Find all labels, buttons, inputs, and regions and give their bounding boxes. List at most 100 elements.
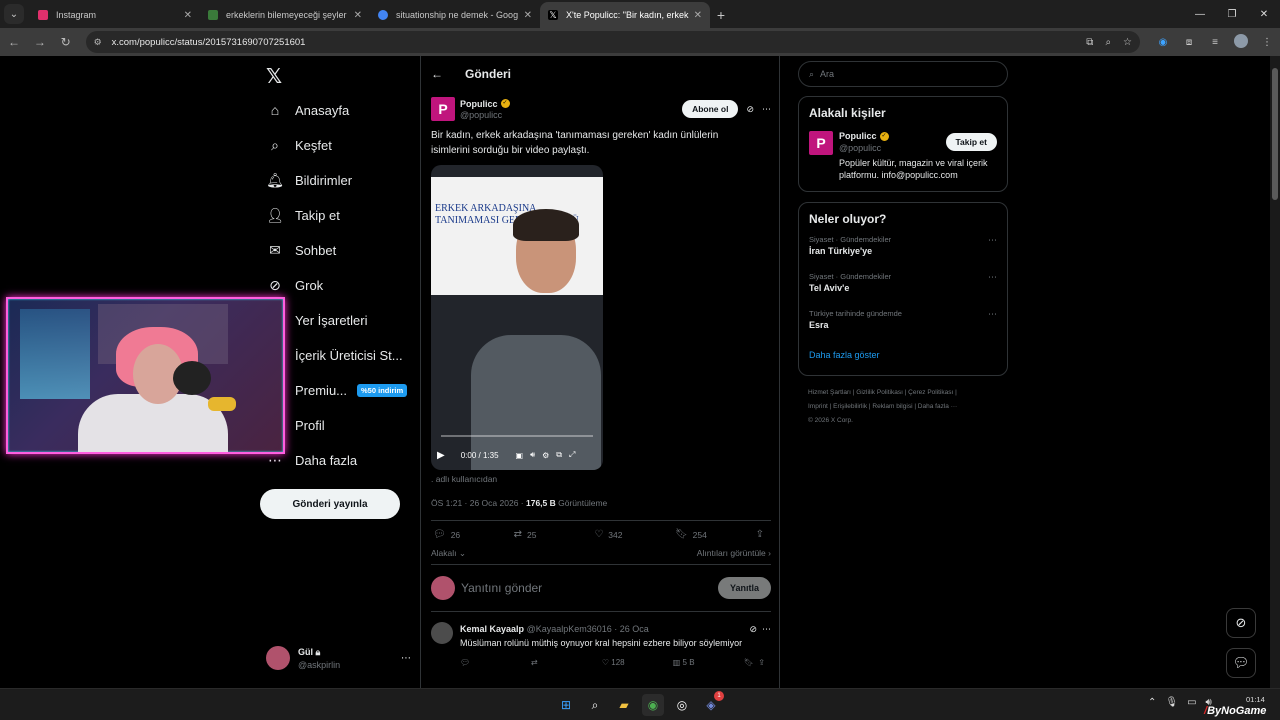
discord-icon[interactable]: ◈ 1	[700, 691, 724, 716]
x-logo-icon[interactable]: 𝕏	[266, 64, 282, 89]
share-button[interactable]: ⇪	[756, 529, 769, 540]
subscribe-button[interactable]: Abone ol	[682, 100, 739, 118]
menu-icon[interactable]: ⋮	[1254, 37, 1280, 48]
browser-tab-x[interactable]: 𝕏 X'te Populicc: "Bir kadın, erkek a ✕	[540, 2, 710, 28]
reply-button[interactable]: 💬︎ 26	[433, 529, 514, 540]
author-avatar[interactable]: P	[431, 97, 455, 121]
trend-item[interactable]: Siyaset · Gündemdekiler İran Türkiye'ye …	[799, 235, 1007, 272]
like-button[interactable]: ♡ 128	[602, 658, 673, 667]
captions-icon[interactable]: ▣	[516, 451, 524, 460]
back-button[interactable]: ←	[2, 30, 26, 54]
file-explorer-icon[interactable]: ▰	[613, 694, 635, 716]
avatar[interactable]	[431, 622, 453, 644]
nav-item-explore[interactable]: ⌕ Keşfet	[266, 133, 332, 157]
close-window-icon[interactable]: ✕	[1248, 0, 1280, 28]
trend-item[interactable]: Siyaset · Gündemdekiler Tel Aviv'e ⋯	[799, 272, 1007, 309]
minimize-icon[interactable]: —	[1184, 0, 1216, 28]
app-icon[interactable]: ◎	[671, 694, 693, 716]
trend-item[interactable]: Türkiye tarihinde gündemde Esra ⋯	[799, 309, 1007, 346]
avatar[interactable]: P	[809, 131, 833, 155]
like-button[interactable]: ♡ 342	[594, 529, 675, 540]
browser-tab-instagram[interactable]: Instagram ✕	[30, 2, 200, 28]
more-options-icon[interactable]: ⋯	[988, 309, 997, 320]
extension-icon[interactable]: ◉	[1150, 37, 1176, 48]
person-name[interactable]: Populicc ✓	[839, 131, 889, 141]
nav-item-home[interactable]: ⌂ Anasayfa	[266, 98, 349, 122]
site-info-icon[interactable]: ⚙	[94, 37, 106, 48]
tab-close-icon[interactable]: ✕	[184, 10, 192, 21]
author-handle[interactable]: @populicc	[460, 110, 510, 120]
tab-close-icon[interactable]: ✕	[354, 10, 362, 21]
tab-search-button[interactable]: ⌄	[4, 4, 24, 24]
view-quotes-link[interactable]: Alıntıları görüntüle ›	[697, 548, 771, 559]
bookmark-button[interactable]: 🔖︎ 254	[675, 529, 756, 540]
zoom-icon[interactable]: ⌕	[1105, 37, 1111, 48]
video-progress-bar[interactable]	[441, 435, 593, 437]
grok-icon[interactable]: ⊘	[749, 624, 757, 634]
reply-input[interactable]: Yanıtını gönder	[461, 581, 718, 595]
chrome-icon[interactable]: ◉	[642, 694, 664, 716]
repost-button[interactable]: ⇄ 25	[514, 529, 595, 540]
footer-line[interactable]: Hizmet Şartları | Gizlilik Politikası | …	[808, 386, 1008, 400]
microphone-icon[interactable]: 🎙︎	[1165, 697, 1178, 708]
page-scrollbar[interactable]	[1270, 56, 1280, 688]
media-icon[interactable]: ≡	[1202, 37, 1228, 48]
restore-icon[interactable]: ❐	[1216, 0, 1248, 28]
play-icon[interactable]: ▶	[437, 450, 445, 461]
browser-tab-google[interactable]: situationship ne demek - Goog ✕	[370, 2, 540, 28]
scrollbar-thumb[interactable]	[1272, 68, 1278, 200]
pip-icon[interactable]: ⧉	[556, 450, 562, 460]
show-more-link[interactable]: Daha fazla göster	[809, 350, 997, 360]
post-button[interactable]: Gönderi yayınla	[260, 489, 400, 519]
nav-item-grok[interactable]: ⊘ Grok	[266, 273, 323, 297]
grok-icon[interactable]: ⊘	[746, 104, 754, 115]
related-person[interactable]: P Populicc ✓ @populicc Popüler kültür, ma…	[799, 129, 1007, 185]
fullscreen-icon[interactable]: ⤢	[569, 450, 575, 460]
display-icon[interactable]: ▭	[1187, 697, 1196, 708]
more-options-icon[interactable]: ⋯	[988, 235, 997, 246]
back-arrow-icon[interactable]: ←	[431, 67, 449, 81]
nav-item-premium[interactable]: 𝕏Premiu...%50 indirim	[266, 378, 408, 402]
settings-icon[interactable]: ⚙	[542, 451, 549, 460]
browser-tab-search-1[interactable]: erkeklerin bilemeyeceği şeyler ✕	[200, 2, 370, 28]
windows-start-icon[interactable]: ⊞	[555, 694, 577, 716]
more-options-icon[interactable]: ⋯	[762, 104, 771, 115]
more-options-icon[interactable]: ⋯	[762, 624, 771, 634]
nav-item-follow[interactable]: 👤︎ Takip et	[266, 203, 340, 227]
nav-item-creator-studio[interactable]: ▤İçerik Üreticisi St...	[266, 343, 402, 367]
chevron-up-icon[interactable]: ⌃	[1148, 697, 1156, 708]
reload-button[interactable]: ↻	[54, 30, 78, 54]
views-button[interactable]: ▥ 5 B	[673, 658, 744, 667]
clock[interactable]: 01:14	[1246, 695, 1265, 704]
reply-submit-button[interactable]: Yanıtla	[717, 577, 771, 599]
search-input[interactable]: ⌕ Ara	[798, 61, 1008, 87]
tab-close-icon[interactable]: ✕	[694, 10, 702, 21]
forward-button[interactable]: →	[28, 30, 52, 54]
more-options-icon[interactable]: ⋯	[988, 272, 997, 283]
footer-line[interactable]: Imprint | Erişilebilirlik | Reklam bilgi…	[808, 400, 1008, 414]
author-name[interactable]: Populicc ✓	[460, 99, 510, 109]
puzzle-icon[interactable]: ⧈	[1176, 37, 1202, 48]
bookmark-star-icon[interactable]: ☆	[1123, 37, 1132, 48]
volume-icon[interactable]: 🔊︎	[530, 450, 535, 460]
post-header: ← Gönderi	[421, 56, 781, 92]
bookmark-icon[interactable]: 🔖︎ ⇪	[744, 658, 765, 667]
repost-icon[interactable]: ⇄	[531, 658, 602, 667]
grok-floating-button[interactable]: ⊘	[1226, 608, 1256, 638]
address-bar[interactable]: ⚙ x.com/populicc/status/2015731690707251…	[85, 31, 1141, 53]
video-player[interactable]: ERKEK ARKADAŞINA TANIMAMASI GEREKEN ÜNLÜ…	[431, 165, 603, 470]
search-icon[interactable]: ⌕	[584, 694, 606, 716]
follow-button[interactable]: Takip et	[945, 133, 997, 151]
account-switcher[interactable]: Gül 🔒︎ @askpirlin ⋯	[266, 646, 411, 670]
nav-item-chat[interactable]: ✉ Sohbet	[266, 238, 336, 262]
nav-item-notifications[interactable]: 🔔︎ Bildirimler	[266, 168, 352, 192]
more-options-icon[interactable]: ⋯	[401, 653, 411, 664]
tab-close-icon[interactable]: ✕	[524, 10, 532, 21]
new-tab-button[interactable]: +	[710, 2, 732, 28]
cast-icon[interactable]: ⧉	[1086, 37, 1093, 48]
reply-icon[interactable]: 💬︎	[460, 658, 531, 667]
sort-relevant-dropdown[interactable]: Alakalı ⌄	[431, 548, 466, 559]
profile-avatar[interactable]	[1228, 33, 1254, 51]
chat-floating-button[interactable]: 💬︎	[1226, 648, 1256, 678]
video-attribution[interactable]: . adlı kullanıcıdan	[431, 474, 497, 484]
